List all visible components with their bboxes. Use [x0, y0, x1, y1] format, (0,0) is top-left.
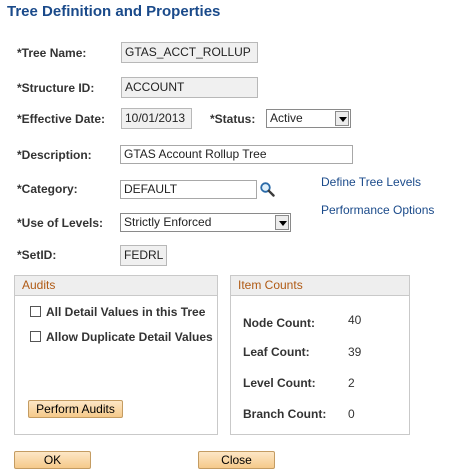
status-select-value: Active — [270, 111, 303, 125]
ok-button[interactable]: OK — [14, 451, 91, 469]
description-label: *Description: — [17, 148, 92, 162]
structure-id-field: ACCOUNT — [121, 77, 258, 98]
node-count-label: Node Count: — [243, 316, 315, 330]
dropdown-arrow-icon[interactable] — [335, 111, 349, 126]
use-of-levels-select[interactable]: Strictly Enforced — [120, 213, 291, 232]
allow-duplicate-label: Allow Duplicate Detail Values — [46, 330, 213, 344]
category-label: *Category: — [17, 182, 78, 196]
tree-name-field: GTAS_ACCT_ROLLUP — [121, 42, 258, 63]
use-of-levels-label: *Use of Levels: — [17, 216, 104, 230]
tree-name-label: *Tree Name: — [17, 46, 87, 60]
allow-duplicate-checkbox[interactable] — [30, 331, 41, 342]
page-title: Tree Definition and Properties — [7, 3, 221, 20]
dropdown-arrow-icon[interactable] — [275, 215, 289, 230]
effective-date-label: *Effective Date: — [17, 112, 106, 126]
item-counts-header: Item Counts — [231, 276, 409, 296]
status-label: *Status: — [210, 112, 256, 126]
setid-field: FEDRL — [120, 245, 167, 266]
perform-audits-button[interactable]: Perform Audits — [28, 400, 123, 418]
effective-date-field: 10/01/2013 — [121, 108, 192, 129]
leaf-count-label: Leaf Count: — [243, 345, 310, 359]
branch-count-label: Branch Count: — [243, 407, 327, 421]
structure-id-label: *Structure ID: — [17, 81, 95, 95]
all-detail-values-label: All Detail Values in this Tree — [46, 305, 206, 319]
status-select[interactable]: Active — [266, 109, 351, 128]
close-button[interactable]: Close — [198, 451, 275, 469]
level-count-value: 2 — [348, 376, 355, 390]
use-of-levels-value: Strictly Enforced — [124, 215, 212, 229]
all-detail-values-checkbox[interactable] — [30, 306, 41, 317]
define-tree-levels-link[interactable]: Define Tree Levels — [321, 175, 421, 189]
node-count-value: 40 — [348, 313, 362, 327]
description-input[interactable]: GTAS Account Rollup Tree — [120, 145, 353, 164]
setid-label: *SetID: — [17, 248, 57, 262]
category-input[interactable]: DEFAULT — [120, 180, 257, 199]
audits-header: Audits — [15, 276, 217, 296]
branch-count-value: 0 — [348, 407, 355, 421]
level-count-label: Level Count: — [243, 376, 316, 390]
leaf-count-value: 39 — [348, 345, 362, 359]
magnifier-icon[interactable] — [259, 181, 275, 197]
performance-options-link[interactable]: Performance Options — [321, 203, 434, 217]
